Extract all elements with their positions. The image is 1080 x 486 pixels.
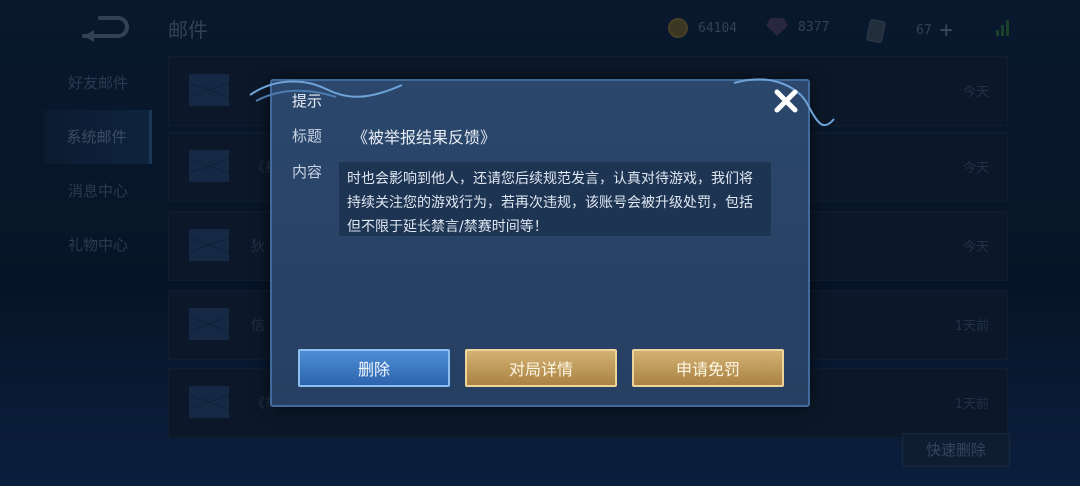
delete-button[interactable]: 删除	[298, 349, 450, 387]
dialog-title: 提示	[292, 92, 323, 110]
subject-text: 《被举报结果反馈》	[352, 128, 497, 147]
report-result-dialog: 提示 标题 《被举报结果反馈》 内容 时也会影响到他人，还请您后续规范发言，认真…	[249, 78, 835, 407]
cloud-ornament-icon	[249, 80, 403, 102]
appeal-button[interactable]: 申请免罚	[632, 349, 784, 387]
subject-label: 标题	[292, 127, 323, 145]
match-details-button[interactable]: 对局详情	[465, 349, 617, 387]
content-text: 时也会影响到他人，还请您后续规范发言，认真对待游戏，我们将持续关注您的游戏行为，…	[338, 161, 772, 237]
close-icon[interactable]	[770, 85, 802, 117]
content-label: 内容	[292, 163, 323, 181]
